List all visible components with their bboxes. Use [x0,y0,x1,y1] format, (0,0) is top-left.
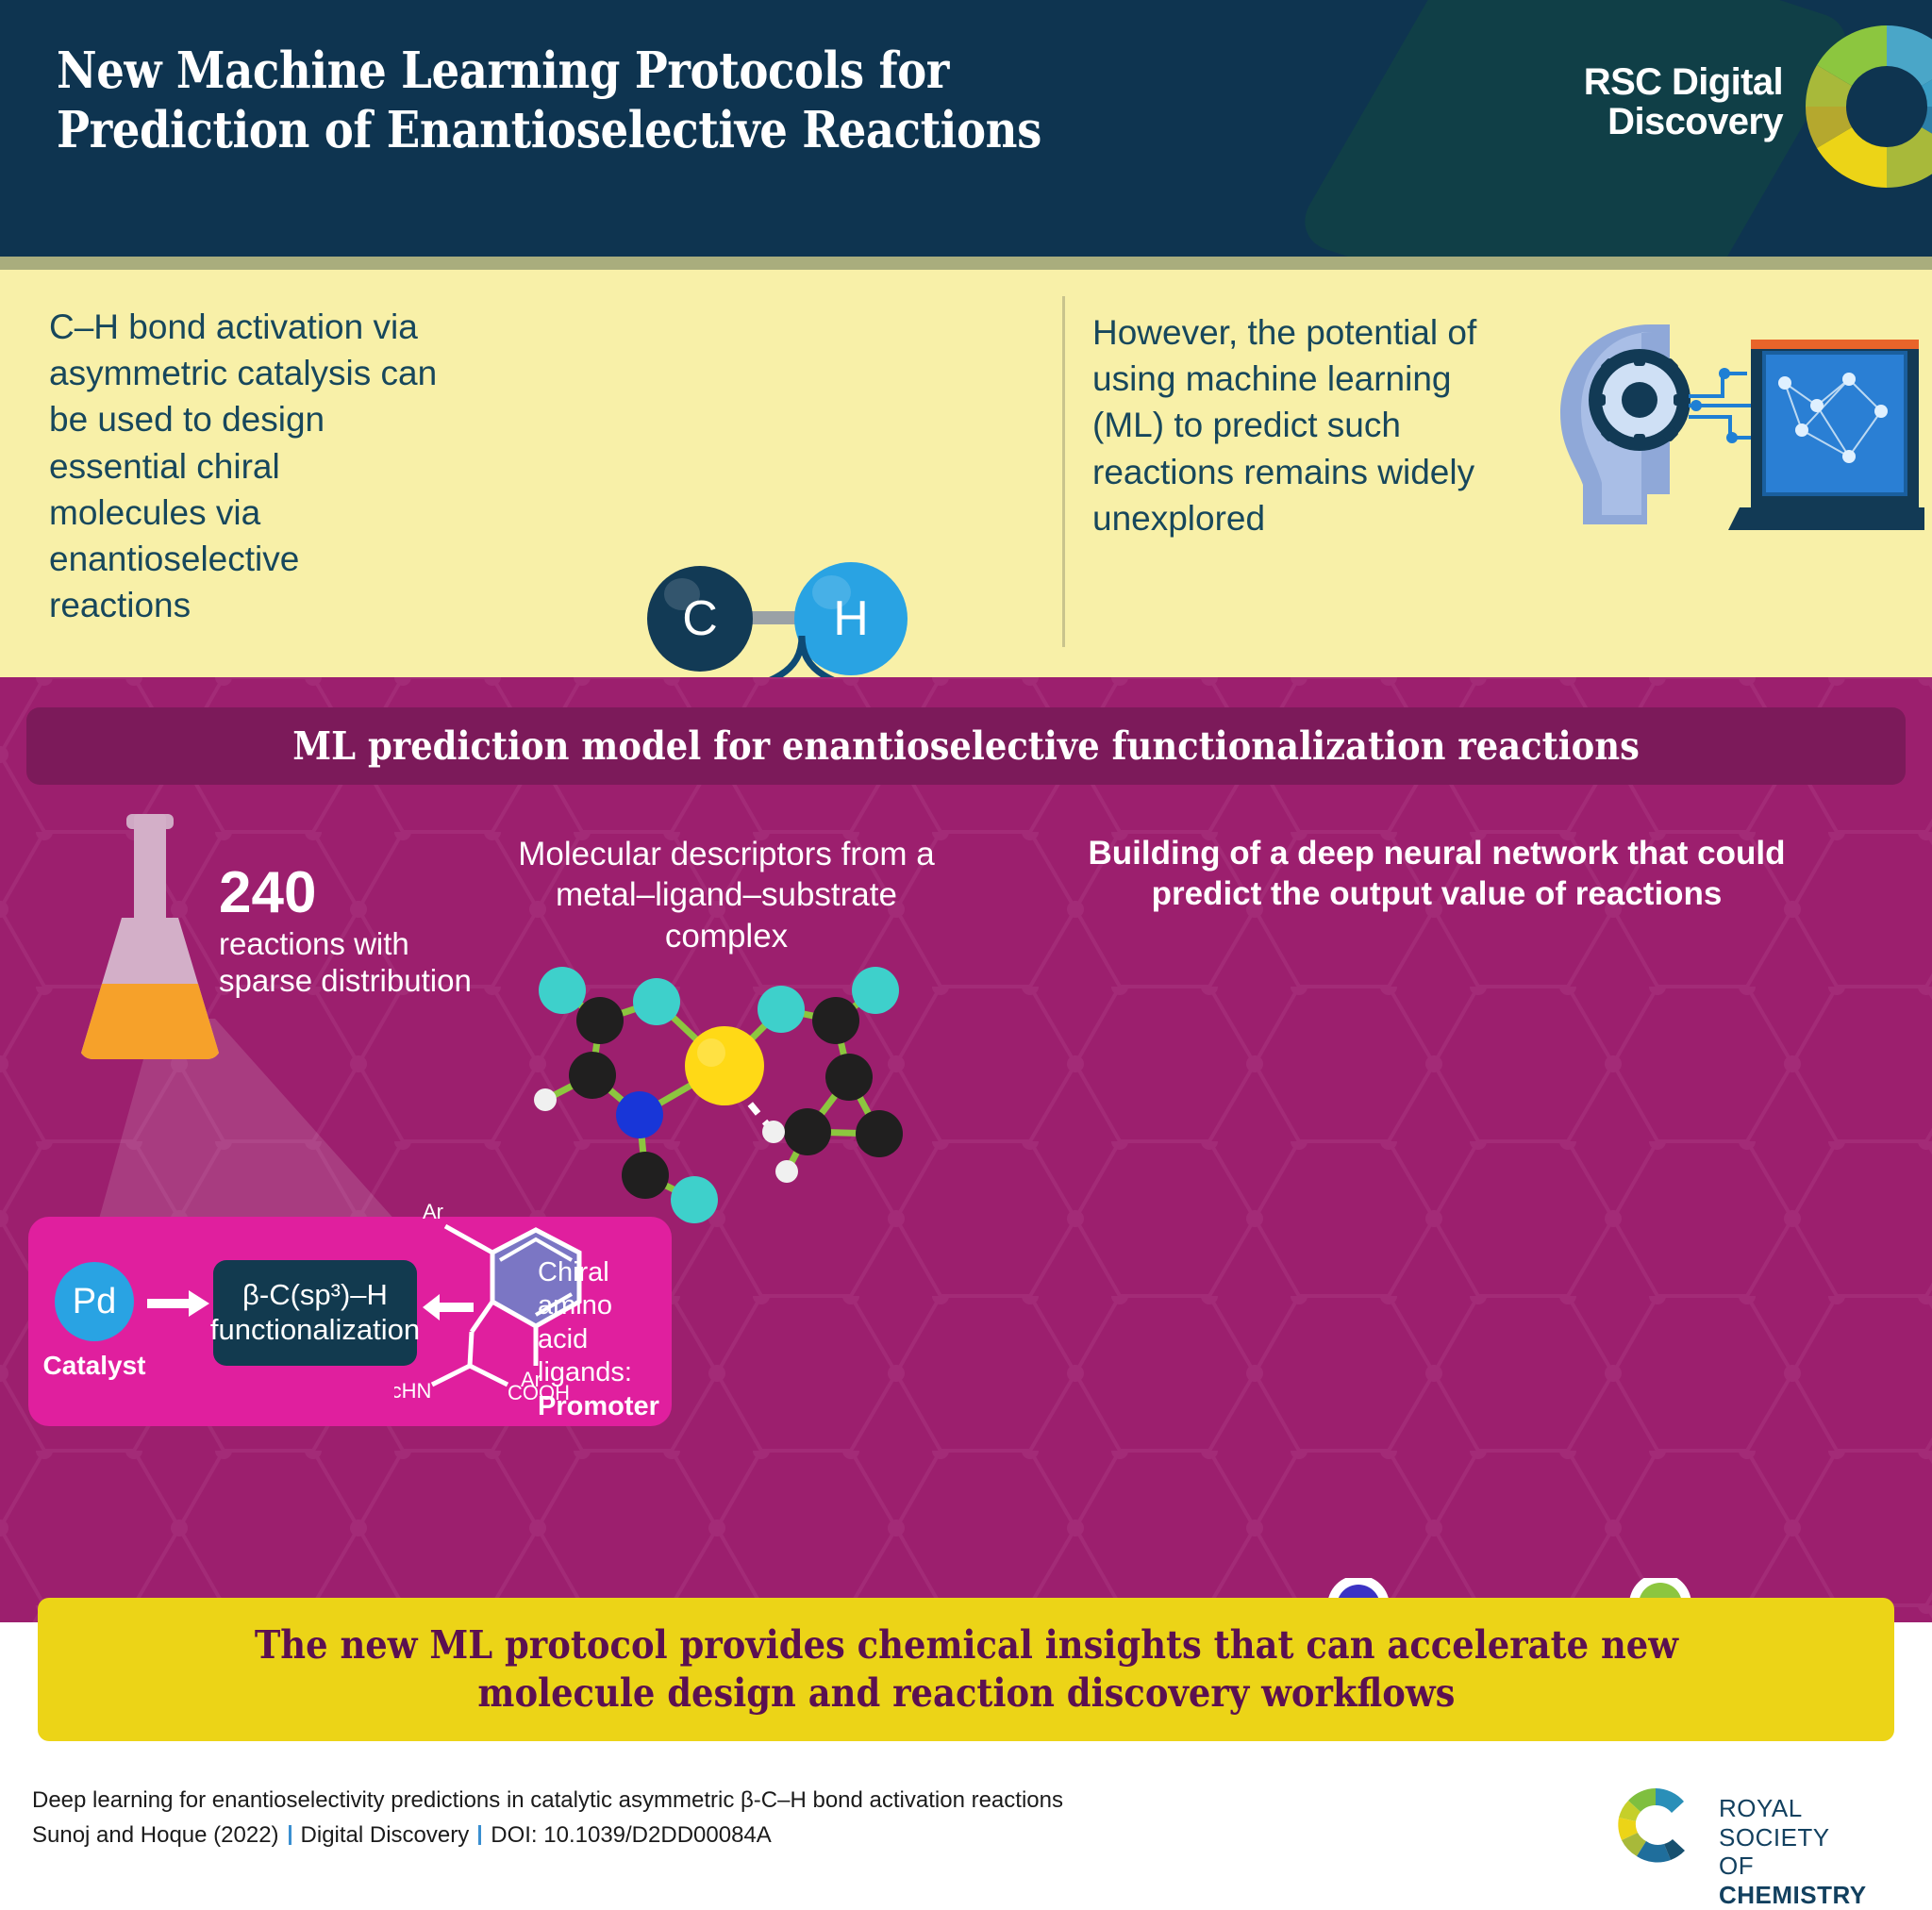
header-divider [0,257,1932,270]
ligand-line1: Chiral amino [538,1257,612,1321]
reaction-count-number: 240 [219,860,317,925]
page-title-line2: Prediction of Enantioselective Reactions [57,100,1041,159]
citation-journal: Digital Discovery [300,1822,470,1849]
ligand-line2: acid ligands: [538,1323,632,1388]
descriptors-title: Molecular descriptors from a metal–ligan… [518,836,935,955]
journal-name-line1: RSC Digital [1583,61,1784,103]
rsc-arc-graphic-icon [1797,17,1932,196]
section-banner: ML prediction model for enantioselective… [26,707,1906,785]
pd-label: Pd [72,1281,117,1321]
achn-label: AcHN [394,1379,431,1403]
rsc-wordmark: ROYAL SOCIETY OF CHEMISTRY [1719,1794,1906,1910]
rsc-chemistry: CHEMISTRY [1719,1881,1867,1910]
citation-meta: Sunoj and Hoque (2022) Digital Discovery D… [32,1818,1063,1852]
journal-name-line2: Discovery [1607,101,1783,143]
citation-doi[interactable]: DOI: 10.1039/D2DD00084A [491,1822,772,1848]
page-title-line1: New Machine Learning Protocols for [57,42,949,100]
citation-title: Deep learning for enantioselectivity pre… [32,1787,1063,1813]
ligand-caption: Chiral amino acid ligands: Promoter [538,1256,670,1423]
rsc-of: OF [1719,1852,1755,1881]
reaction-box: β-C(sp³)–H functionalization [209,1260,421,1366]
section-banner-title: ML prediction model for enantioselective… [292,723,1640,769]
ml-model-section: ML prediction model for enantioselective… [0,677,1932,1622]
page-title: New Machine Learning Protocols for Predi… [57,42,1160,159]
header-banner: New Machine Learning Protocols for Predi… [0,0,1932,257]
intro-divider [1062,296,1065,647]
citation-block: Deep learning for enantioselectivity pre… [32,1783,1063,1852]
arrow-pd-to-reaction-icon [147,1290,209,1317]
pd-catalyst-icon: Pd [55,1262,134,1341]
ai-brain-laptop-icon [1560,324,1924,530]
reaction-count-caption-1: reactions with [219,926,409,961]
reaction-line1: β-C(sp³)–H [242,1278,388,1312]
rsc-digital-discovery-logo: RSC Digital Discovery [1528,61,1784,143]
reaction-count-caption-2: sparse distribution [219,962,472,998]
conclusion-banner: The new ML protocol provides chemical in… [38,1598,1894,1741]
intro-right-text: However, the potential of using machine … [1092,313,1477,538]
conclusion-text: The new ML protocol provides chemical in… [254,1621,1677,1719]
flask-icon [66,814,236,1097]
citation-authors: Sunoj and Hoque (2022) [32,1822,279,1849]
reaction-line2: functionalization [209,1313,421,1346]
rsc-line1: ROYAL SOCIETY [1719,1794,1830,1852]
intro-left-text: C–H bond activation via asymmetric catal… [49,307,438,625]
intro-band: C–H bond activation via asymmetric catal… [0,270,1932,932]
ligand-line3: Promoter [538,1390,659,1421]
reaction-count-stat: 240 reactions with sparse distribution [219,864,472,1000]
citation-separator [478,1825,482,1846]
catalyst-panel: Pd Catalyst β-C(sp³)–H functionalization [28,1200,672,1426]
rsc-line2: OF CHEMISTRY [1719,1852,1906,1909]
conclusion-line2: molecule design and reaction discovery w… [476,1670,1456,1716]
conclusion-line1: The new ML protocol provides chemical in… [254,1621,1678,1668]
citation-separator [288,1825,291,1846]
royal-society-of-chemistry-logo: ROYAL SOCIETY OF CHEMISTRY [1604,1786,1906,1909]
neural-network-title: Building of a deep neural network that c… [1088,835,1786,912]
ar-top-label: Ar [423,1200,443,1223]
infographic-page: New Machine Learning Protocols for Predi… [0,0,1932,1909]
catalyst-label: Catalyst [42,1351,146,1380]
rsc-c-mark-icon [1618,1788,1685,1863]
footer: Deep learning for enantioselectivity pre… [0,1760,1932,1909]
